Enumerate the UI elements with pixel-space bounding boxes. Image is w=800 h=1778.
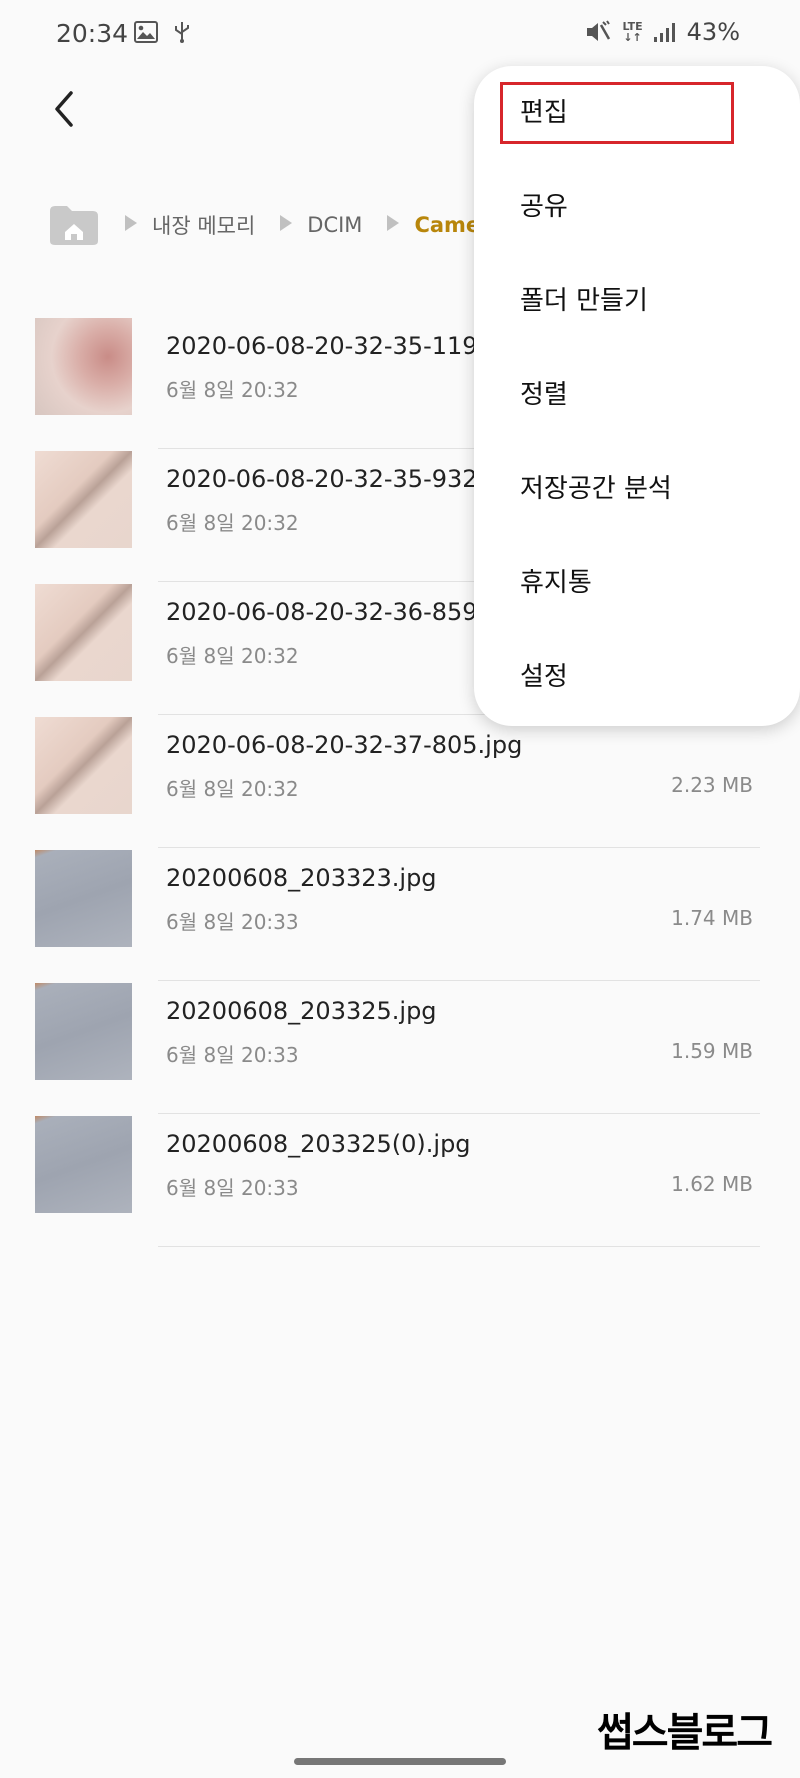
status-time: 20:34 — [56, 19, 129, 48]
menu-item-storage-analysis[interactable]: 저장공간 분석 — [520, 464, 760, 514]
breadcrumb-dcim[interactable]: DCIM — [307, 213, 362, 237]
mute-icon — [587, 20, 611, 41]
file-date: 6월 8일 20:32 — [166, 777, 299, 801]
menu-item-settings[interactable]: 설정 — [520, 652, 760, 702]
back-arrow-icon — [55, 91, 73, 127]
status-bar: 20:34 LTE ↓↑ 43% — [0, 0, 800, 70]
lte-arrows-icon: ↓↑ — [623, 31, 642, 44]
back-button[interactable] — [42, 82, 86, 136]
file-size: 1.62 MB — [671, 1172, 753, 1196]
file-row[interactable]: 20200608_203323.jpg 6월 8일 20:33 1.74 MB — [0, 848, 800, 981]
file-size: 1.59 MB — [671, 1039, 753, 1063]
file-thumbnail — [35, 717, 132, 814]
file-date: 6월 8일 20:32 — [166, 644, 299, 668]
file-thumbnail — [35, 983, 132, 1080]
file-date: 6월 8일 20:33 — [166, 1176, 299, 1200]
file-name: 2020-06-08-20-32-37-805.jpg — [166, 731, 523, 759]
overflow-menu: 편집 공유 폴더 만들기 정렬 저장공간 분석 휴지통 설정 — [474, 66, 800, 726]
breadcrumb-separator-icon — [386, 214, 400, 236]
file-thumbnail — [35, 451, 132, 548]
home-folder-icon — [50, 206, 98, 245]
usb-icon — [175, 22, 189, 43]
row-divider — [158, 1246, 760, 1247]
file-thumbnail — [35, 1116, 132, 1213]
breadcrumb-home[interactable] — [48, 203, 100, 247]
menu-item-share[interactable]: 공유 — [520, 182, 760, 232]
menu-item-trash[interactable]: 휴지통 — [520, 558, 760, 608]
breadcrumb-separator-icon — [124, 214, 138, 236]
breadcrumb-separator-icon — [279, 214, 293, 236]
file-name: 2020-06-08-20-32-35-119.jpg — [166, 332, 523, 360]
menu-item-sort[interactable]: 정렬 — [520, 370, 760, 420]
battery-level: 43% — [686, 18, 740, 46]
file-date: 6월 8일 20:33 — [166, 1043, 299, 1067]
file-date: 6월 8일 20:32 — [166, 511, 299, 535]
menu-item-edit[interactable]: 편집 — [520, 88, 760, 138]
file-size: 1.74 MB — [671, 906, 753, 930]
file-row[interactable]: 2020-06-08-20-32-37-805.jpg 6월 8일 20:32 … — [0, 715, 800, 848]
file-name: 2020-06-08-20-32-36-859.jpg — [166, 598, 523, 626]
image-icon — [134, 21, 158, 43]
menu-item-create-folder[interactable]: 폴더 만들기 — [520, 276, 760, 326]
file-date: 6월 8일 20:32 — [166, 378, 299, 402]
file-row[interactable]: 20200608_203325(0).jpg 6월 8일 20:33 1.62 … — [0, 1114, 800, 1247]
breadcrumb-internal-storage[interactable]: 내장 메모리 — [152, 210, 255, 240]
file-name: 20200608_203323.jpg — [166, 864, 437, 892]
file-size: 2.23 MB — [671, 773, 753, 797]
signal-icon — [653, 23, 675, 42]
file-name: 20200608_203325(0).jpg — [166, 1130, 471, 1158]
file-row[interactable]: 20200608_203325.jpg 6월 8일 20:33 1.59 MB — [0, 981, 800, 1114]
file-date: 6월 8일 20:33 — [166, 910, 299, 934]
file-name: 20200608_203325.jpg — [166, 997, 437, 1025]
navigation-handle[interactable] — [294, 1758, 506, 1765]
file-thumbnail — [35, 584, 132, 681]
breadcrumb: 내장 메모리 DCIM Camera — [48, 202, 505, 248]
watermark: 썹스블로그 — [597, 1710, 773, 1756]
lte-icon: LTE ↓↑ — [622, 21, 642, 43]
file-name: 2020-06-08-20-32-35-932.jpg — [166, 465, 523, 493]
file-thumbnail — [35, 850, 132, 947]
file-thumbnail — [35, 318, 132, 415]
